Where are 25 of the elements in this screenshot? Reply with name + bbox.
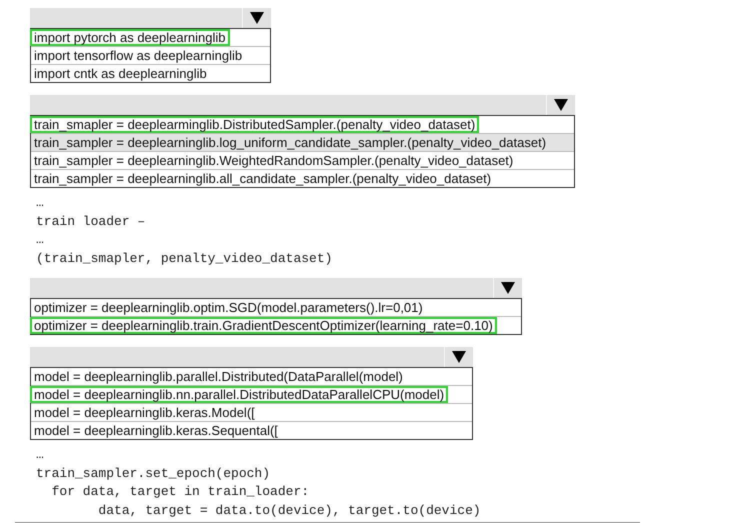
dropdown-option[interactable]: import cntk as deeplearninglib <box>31 65 270 82</box>
dropdown-option[interactable]: import tensorflow as deeplearninglib <box>31 47 270 65</box>
code-line: … <box>36 231 45 249</box>
dropdown-option[interactable]: optimizer = deeplearninglib.optim.SGD(model.parameters().lr=0,01) <box>31 299 521 317</box>
code-line: … <box>36 194 45 212</box>
dropdown-button[interactable] <box>30 347 474 367</box>
caret-icon <box>554 99 568 111</box>
caret-icon <box>452 351 466 363</box>
dropdown-option[interactable]: train_sampler = deeplearninglib.log_uniform_candidate_sampler.(penalty_video_dataset) <box>31 134 574 152</box>
dropdown-button[interactable] <box>30 8 272 28</box>
code-line: data, target = data.to(device), target.to(device) <box>97 502 481 520</box>
dropdown-option[interactable]: model = deeplearninglib.keras.Model([ <box>31 404 472 422</box>
dropdown-option[interactable]: train_sampler = deeplearninglib.all_candidate_sampler.(penalty_video_dataset) <box>31 170 574 187</box>
dropdown-button[interactable] <box>30 278 522 298</box>
dropdown-option[interactable]: model = deeplearninglib.keras.Sequental([ <box>31 422 472 439</box>
code-line: train_sampler.set_epoch(epoch) <box>36 464 272 482</box>
code-line: train loader – <box>36 212 146 230</box>
dropdown-button[interactable] <box>30 95 576 115</box>
code-line: … <box>36 446 45 464</box>
caret-icon <box>500 282 515 294</box>
dropdown-option[interactable]: train_sampler = deeplearninglib.WeightedRandomSampler.(penalty_video_dataset) <box>31 152 574 170</box>
code-line: (train_smapler, penalty_video_dataset) <box>36 250 332 268</box>
caret-icon <box>250 12 264 24</box>
dropdown-option[interactable]: model = deeplearninglib.parallel.Distributed(DataParallel(model) <box>31 368 472 386</box>
code-line: for data, target in train_loader: <box>50 483 310 501</box>
